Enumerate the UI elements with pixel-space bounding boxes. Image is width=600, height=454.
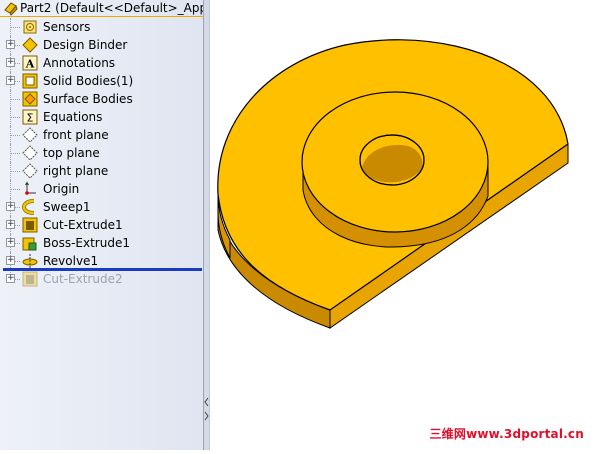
graphics-viewport[interactable]: 三维网www.3dportal.cn	[210, 0, 600, 450]
expand-plus-icon[interactable]: +	[6, 220, 15, 229]
tree-item-label: Origin	[43, 182, 80, 196]
tree-item-label: Revolve1	[43, 254, 99, 268]
tree-connector-line	[11, 153, 20, 154]
revolve-icon	[22, 253, 38, 269]
plane-icon	[22, 145, 38, 161]
plane-icon	[22, 163, 38, 179]
tree-connector-line	[11, 171, 20, 172]
tree-item-label: front plane	[43, 128, 109, 142]
solid-bodies-icon	[22, 73, 38, 89]
rollback-bar[interactable]	[3, 268, 202, 271]
tree-item-right-plane[interactable]: right plane	[0, 162, 203, 180]
svg-text:A: A	[25, 58, 35, 71]
tree-connector-line	[11, 117, 20, 118]
tree-item-label: Cut-Extrude1	[43, 218, 123, 232]
feature-manager-tree: Part2 (Default<<Default>_App Sensors + Des…	[0, 0, 203, 450]
tree-item-equations[interactable]: Σ Equations	[0, 108, 203, 126]
tree-connector-line	[11, 135, 20, 136]
expand-plus-icon[interactable]: +	[6, 238, 15, 247]
tree-item-annotations[interactable]: + A Annotations	[0, 54, 203, 72]
svg-text:Σ: Σ	[27, 112, 34, 125]
expand-plus-icon[interactable]: +	[6, 256, 15, 265]
tree-connector-line	[11, 27, 20, 28]
tree-item-top-plane[interactable]: top plane	[0, 144, 203, 162]
origin-icon	[22, 181, 38, 197]
tree-item-label: Equations	[43, 110, 103, 124]
design-binder-icon	[22, 37, 38, 53]
tree-item-label: Boss-Extrude1	[43, 236, 130, 250]
boss-extrude-icon	[22, 235, 38, 251]
sweep-icon	[22, 199, 38, 215]
tree-item-sensors[interactable]: Sensors	[0, 18, 203, 36]
tree-item-front-plane[interactable]: front plane	[0, 126, 203, 144]
tree-item-label: Sensors	[43, 20, 91, 34]
expand-plus-icon[interactable]: +	[6, 58, 15, 67]
tree-item-label: right plane	[43, 164, 109, 178]
surface-bodies-icon	[22, 91, 38, 107]
sensors-icon	[22, 19, 38, 35]
tree-item-design-binder[interactable]: + Design Binder	[0, 36, 203, 54]
tree-root-part[interactable]: Part2 (Default<<Default>_App	[0, 0, 203, 17]
tree-item-cut-extrude2[interactable]: + Cut-Extrude2	[0, 270, 203, 288]
cut-extrude-icon	[22, 217, 38, 233]
tree-item-origin[interactable]: Origin	[0, 180, 203, 198]
tree-item-sweep1[interactable]: + Sweep1	[0, 198, 203, 216]
annotations-icon: A	[22, 55, 38, 71]
plane-icon	[22, 127, 38, 143]
tree-item-label: Solid Bodies(1)	[43, 74, 134, 88]
expand-plus-icon[interactable]: +	[6, 76, 15, 85]
tree-item-label: Surface Bodies	[43, 92, 133, 106]
equations-icon: Σ	[22, 109, 38, 125]
tree-item-label: Annotations	[43, 56, 116, 70]
tree-item-label: Sweep1	[43, 200, 91, 214]
tree-item-cut-extrude1[interactable]: + Cut-Extrude1	[0, 216, 203, 234]
splitter-grip-icon[interactable]	[204, 395, 209, 425]
part-icon	[3, 0, 19, 16]
3d-part-model[interactable]	[210, 0, 600, 450]
expand-plus-icon[interactable]: +	[6, 274, 15, 283]
tree-item-label: top plane	[43, 146, 100, 160]
cut-extrude-icon	[22, 271, 38, 287]
expand-plus-icon[interactable]: +	[6, 40, 15, 49]
tree-item-solid-bodies-1[interactable]: + Solid Bodies(1)	[0, 72, 203, 90]
tree-connector-line	[11, 99, 20, 100]
tree-item-label: Cut-Extrude2	[43, 272, 123, 286]
expand-plus-icon[interactable]: +	[6, 202, 15, 211]
watermark: 三维网www.3dportal.cn	[429, 427, 584, 441]
tree-connector-line	[11, 189, 20, 190]
tree-item-label: Design Binder	[43, 38, 128, 52]
tree-root-label: Part2 (Default<<Default>_App	[20, 1, 203, 15]
panel-splitter[interactable]	[203, 0, 210, 450]
tree-item-boss-extrude1[interactable]: + Boss-Extrude1	[0, 234, 203, 252]
tree-item-surface-bodies[interactable]: Surface Bodies	[0, 90, 203, 108]
